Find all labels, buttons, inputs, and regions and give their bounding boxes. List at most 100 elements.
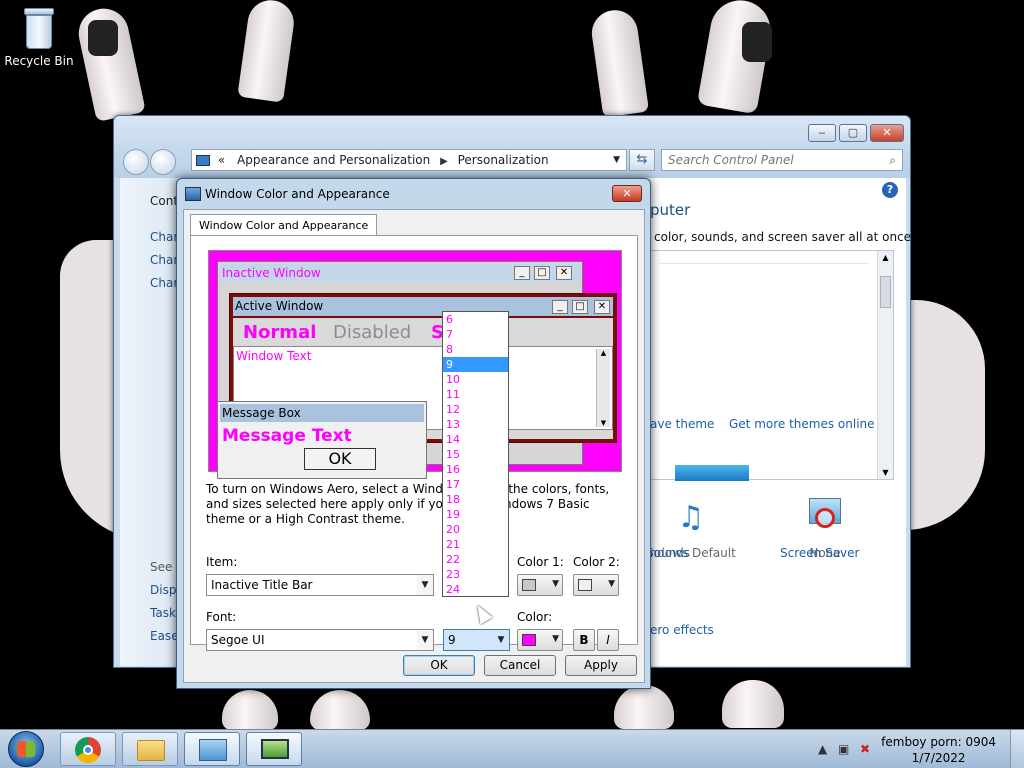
wallpaper-leg-2 <box>310 690 370 730</box>
forward-button[interactable] <box>150 149 176 175</box>
font-size-option[interactable]: 13 <box>443 417 508 432</box>
taskbar-display-settings[interactable] <box>246 732 302 766</box>
left-link-1[interactable]: Cont <box>150 194 178 208</box>
font-size-option[interactable]: 6 <box>443 312 508 327</box>
appearance-preview[interactable]: Inactive Window _ □ ✕ Active Window _ □ … <box>208 250 622 479</box>
breadcrumb-separator-icon: ▶ <box>440 156 448 167</box>
volume-muted-icon[interactable]: ✖ <box>860 742 870 756</box>
taskbar: ▲ ▣ ✖ femboy porn: 0904 1/7/2022 <box>0 729 1024 768</box>
address-bar[interactable]: « Appearance and Personalization ▶ Perso… <box>191 149 627 171</box>
sounds-item[interactable]: ♫ Sounds indows Default <box>646 496 736 560</box>
color2-button[interactable]: ▼ <box>573 574 619 596</box>
theme-list[interactable]: ▲ ▼ <box>650 250 894 481</box>
color1-button[interactable]: ▼ <box>517 574 563 596</box>
wallpaper-arm-2 <box>237 0 297 103</box>
font-size-option[interactable]: 16 <box>443 462 508 477</box>
theme-scrollbar[interactable]: ▲ ▼ <box>877 251 893 479</box>
breadcrumb-personalization[interactable]: Personalization <box>458 153 549 167</box>
wallpaper-leg-4 <box>722 680 784 728</box>
active-window-title: Active Window <box>235 299 324 313</box>
font-size-option[interactable]: 10 <box>443 372 508 387</box>
font-size-option[interactable]: 17 <box>443 477 508 492</box>
close-icon: ✕ <box>556 266 572 280</box>
italic-button[interactable]: I <box>597 629 619 651</box>
clock[interactable]: femboy porn: 0904 1/7/2022 <box>881 734 996 766</box>
sounds-label: Sounds <box>646 546 691 560</box>
menu-normal-sample: Normal <box>243 322 317 343</box>
show-hidden-icons-icon[interactable]: ▲ <box>818 742 827 756</box>
recycle-bin-label: Recycle Bin <box>4 54 74 68</box>
font-size-option[interactable]: 7 <box>443 327 508 342</box>
recycle-bin[interactable]: Recycle Bin <box>4 6 74 68</box>
recycle-bin-icon <box>22 8 56 50</box>
breadcrumb-appearance[interactable]: Appearance and Personalization <box>237 153 430 167</box>
back-button[interactable] <box>123 149 149 175</box>
close-button[interactable]: ✕ <box>870 124 904 142</box>
chevron-down-icon: ▼ <box>552 579 559 589</box>
message-text-sample: Message Text <box>222 426 352 446</box>
tab-window-color[interactable]: Window Color and Appearance <box>190 214 378 236</box>
font-size-option[interactable]: 12 <box>443 402 508 417</box>
font-size-option[interactable]: 22 <box>443 552 508 567</box>
ok-button[interactable]: OK <box>403 655 475 676</box>
font-size-option[interactable]: 14 <box>443 432 508 447</box>
start-button[interactable] <box>2 731 52 767</box>
font-size-option[interactable]: 19 <box>443 507 508 522</box>
font-size-option[interactable]: 23 <box>443 567 508 582</box>
control-panel-icon <box>196 155 210 166</box>
wallpaper-leg-3 <box>614 685 674 729</box>
left-link-ease[interactable]: Ease <box>150 629 179 643</box>
chevron-down-icon: ▼ <box>417 575 433 595</box>
color1-swatch <box>522 579 536 591</box>
taskbar-chrome[interactable] <box>60 732 116 766</box>
maximize-icon: □ <box>572 300 588 314</box>
font-size-option[interactable]: 21 <box>443 537 508 552</box>
maximize-button[interactable]: ▢ <box>839 124 867 142</box>
save-theme-link[interactable]: ave theme <box>650 417 714 431</box>
font-size-select[interactable]: 9 ▼ <box>443 629 510 651</box>
minimize-icon: _ <box>552 300 568 314</box>
help-icon[interactable]: ? <box>882 182 898 198</box>
font-select[interactable]: Segoe UI ▼ <box>206 629 434 651</box>
screen-saver-icon <box>805 496 845 540</box>
dialog-body: Window Color and Appearance Inactive Win… <box>183 209 645 683</box>
font-size-option[interactable]: 20 <box>443 522 508 537</box>
wallpaper-glove-4 <box>742 22 772 62</box>
cancel-button[interactable]: Cancel <box>484 655 556 676</box>
taskbar-control-panel[interactable] <box>184 732 240 766</box>
screen-saver-item[interactable]: Screen Saver None <box>780 496 870 560</box>
font-size-dropdown-list[interactable]: 6 7 8 9 10 11 12 13 14 15 16 17 18 19 20 21 22 23 24 <box>442 311 509 597</box>
left-pane: Cont Chan Chan Chan See a Displ Taskb Ea… <box>120 178 184 666</box>
message-box-title: Message Box <box>220 404 424 422</box>
network-icon[interactable]: ▣ <box>838 742 849 756</box>
refresh-button[interactable]: ⇆ <box>629 149 655 171</box>
item-label: Item: <box>206 555 238 569</box>
get-more-themes-link[interactable]: Get more themes online <box>729 417 875 431</box>
font-size-option[interactable]: 18 <box>443 492 508 507</box>
dialog-close-button[interactable]: ✕ <box>612 185 642 202</box>
address-dropdown-icon[interactable]: ▼ <box>613 150 620 170</box>
show-desktop-button[interactable] <box>1010 730 1024 768</box>
minimize-button[interactable]: ‒ <box>808 124 836 142</box>
font-size-option[interactable]: 11 <box>443 387 508 402</box>
search-input[interactable]: Search Control Panel ⌕ <box>661 149 903 171</box>
font-size-option[interactable]: 9 <box>443 357 508 372</box>
chevron-down-icon: ▼ <box>608 579 615 589</box>
font-size-option[interactable]: 15 <box>443 447 508 462</box>
aero-effects-link[interactable]: ero effects <box>650 623 714 637</box>
taskbar-explorer[interactable] <box>122 732 178 766</box>
font-size-option[interactable]: 24 <box>443 582 508 596</box>
item-select[interactable]: Inactive Title Bar ▼ <box>206 574 434 596</box>
font-color-swatch <box>522 634 536 646</box>
search-icon[interactable]: ⌕ <box>889 150 896 170</box>
bold-button[interactable]: B <box>573 629 595 651</box>
color2-label: Color 2: <box>573 555 620 569</box>
font-color-button[interactable]: ▼ <box>517 629 563 651</box>
font-size-value: 9 <box>448 633 456 647</box>
apply-button[interactable]: Apply <box>565 655 637 676</box>
window-text-sample: Window Text <box>236 349 312 363</box>
clock-date: 1/7/2022 <box>911 751 966 765</box>
windows-flag-icon <box>17 741 35 757</box>
clock-time: femboy porn: 0904 <box>881 735 996 749</box>
font-size-option[interactable]: 8 <box>443 342 508 357</box>
